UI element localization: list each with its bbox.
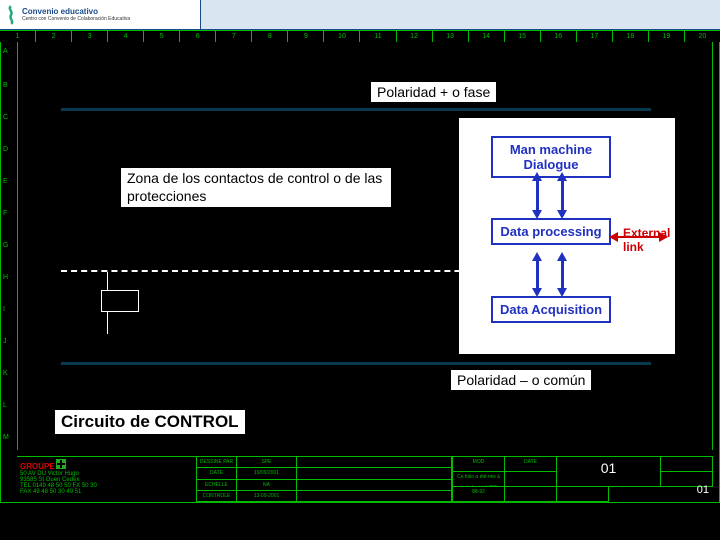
ruler-col: 16 <box>540 31 576 42</box>
tb-cell <box>557 487 609 502</box>
ruler-col: 14 <box>468 31 504 42</box>
ruler-col: 5 <box>143 31 179 42</box>
relay-coil-symbol <box>101 290 139 312</box>
ruler-col: 17 <box>576 31 612 42</box>
arrowhead-up-icon <box>532 252 542 261</box>
bus-line-negative <box>61 362 651 365</box>
tb-field-value: 19/09/2001 <box>237 468 297 479</box>
ruler-col: 18 <box>612 31 648 42</box>
footer-strip <box>0 502 720 540</box>
titleblock-company: GROUPE 50 AV DU Victor Hugo 93585 St Oue… <box>17 457 197 502</box>
arrowhead-down-icon <box>532 288 542 297</box>
brand-title: Convenio educativo <box>22 7 98 16</box>
tb-cell <box>505 472 557 487</box>
tb-cell <box>297 480 452 491</box>
brand-subtitle: Centro con Convenio de Colaboración Educ… <box>22 16 130 22</box>
header-spacer <box>200 0 720 29</box>
ruler-col: 1 <box>0 31 35 42</box>
tb-field-value: NA <box>237 480 297 491</box>
column-ruler: 1 2 3 4 5 6 7 8 9 10 11 12 13 14 15 16 1… <box>0 30 720 42</box>
ruler-row: E <box>3 178 8 185</box>
tb-field-label: DATE <box>505 457 557 472</box>
schematic-canvas: A B C D E F G H I J K L M Polaridad + o … <box>0 42 720 502</box>
tb-cell <box>297 491 452 502</box>
tb-cell <box>661 457 713 472</box>
schneider-logo-icon <box>4 5 18 25</box>
brand-block: Convenio educativo Centro con Convenio d… <box>0 0 200 29</box>
tb-note: Ce folio a été mis à jour le logiciel IG… <box>453 472 505 487</box>
ruler-col: 20 <box>684 31 720 42</box>
ruler-row: B <box>3 82 8 89</box>
arrowhead-right-icon <box>659 232 668 242</box>
arrowhead-up-icon <box>557 252 567 261</box>
ruler-row: H <box>3 274 8 281</box>
ruler-row: C <box>3 114 8 121</box>
ruler-col: 3 <box>71 31 107 42</box>
tb-cell <box>297 457 452 468</box>
tb-field-label: CONTROLE PAR <box>197 491 237 502</box>
ruler-row: D <box>3 146 8 153</box>
ruler-col: 12 <box>396 31 432 42</box>
block-man-machine-dialogue: Man machine Dialogue <box>491 136 611 178</box>
tb-field-label: DATE <box>197 468 237 479</box>
tb-cell <box>505 487 557 502</box>
label-control-circuit: Circuito de CONTROL <box>55 410 245 434</box>
ruler-row: K <box>3 370 8 377</box>
app-header: Convenio educativo Centro con Convenio d… <box>0 0 720 30</box>
tb-cell <box>297 468 452 479</box>
tb-field-value: 13-09-2001 <box>237 491 297 502</box>
ruler-col: 13 <box>432 31 468 42</box>
ruler-col: 10 <box>323 31 359 42</box>
wire-stub <box>107 272 108 290</box>
slide-page-number: 01 <box>697 484 709 496</box>
drawing-title-block: GROUPE 50 AV DU Victor Hugo 93585 St Oue… <box>17 456 713 502</box>
ruler-col: 7 <box>215 31 251 42</box>
wire-stub <box>107 312 108 334</box>
ruler-row: J <box>3 338 7 345</box>
ruler-row: I <box>3 306 5 313</box>
bus-line-positive <box>61 108 651 111</box>
row-ruler: A B C D E F G H I J K L M <box>3 42 17 502</box>
arrowhead-up-icon <box>532 172 542 181</box>
block-data-processing: Data processing <box>491 218 611 245</box>
tb-field-value: SPE <box>237 457 297 468</box>
ruler-col: 8 <box>251 31 287 42</box>
arrowhead-down-icon <box>557 210 567 219</box>
ruler-col: 15 <box>504 31 540 42</box>
ruler-col: 19 <box>648 31 684 42</box>
arrowhead-left-icon <box>609 232 618 242</box>
label-contact-zone: Zona de los contactos de control o de la… <box>121 168 391 207</box>
ruler-col: 9 <box>287 31 323 42</box>
arrowhead-down-icon <box>532 210 542 219</box>
connector-line-external <box>615 236 661 238</box>
tb-field-value: 88-92 <box>453 487 505 502</box>
tb-field-label: ECHELLE <box>197 480 237 491</box>
medical-cross-icon <box>56 459 66 469</box>
tb-field-label: MOD <box>453 457 505 472</box>
tb-page-number-large: 01 <box>557 457 661 487</box>
tb-fax: FAX 49 48 50 30 49 51 <box>20 489 81 495</box>
ruler-col: 11 <box>359 31 395 42</box>
plc-block-diagram: Man machine Dialogue Data processing Dat… <box>459 118 675 354</box>
ruler-row: M <box>3 434 9 441</box>
block-data-acquisition: Data Acquisition <box>491 296 611 323</box>
titleblock-sheet: MOD DATE 01 Ce folio a été mis à jour le… <box>453 457 713 502</box>
groupe-logo-text: GROUPE <box>20 462 55 471</box>
ruler-row: L <box>3 402 7 409</box>
ruler-col: 4 <box>107 31 143 42</box>
ruler-col: 2 <box>35 31 71 42</box>
label-polarity-positive: Polaridad + o fase <box>371 82 496 102</box>
tb-field-label: DESSINE PAR <box>197 457 237 468</box>
arrowhead-down-icon <box>557 288 567 297</box>
dashed-separator <box>61 270 521 272</box>
arrowhead-up-icon <box>557 172 567 181</box>
label-polarity-negative: Polaridad – o común <box>451 370 591 390</box>
ruler-row: A <box>3 48 8 55</box>
ruler-row: G <box>3 242 8 249</box>
ruler-col: 6 <box>179 31 215 42</box>
titleblock-revision: DESSINE PAR SPE DATE 19/09/2001 ECHELLE … <box>197 457 453 502</box>
ruler-row: F <box>3 210 7 217</box>
